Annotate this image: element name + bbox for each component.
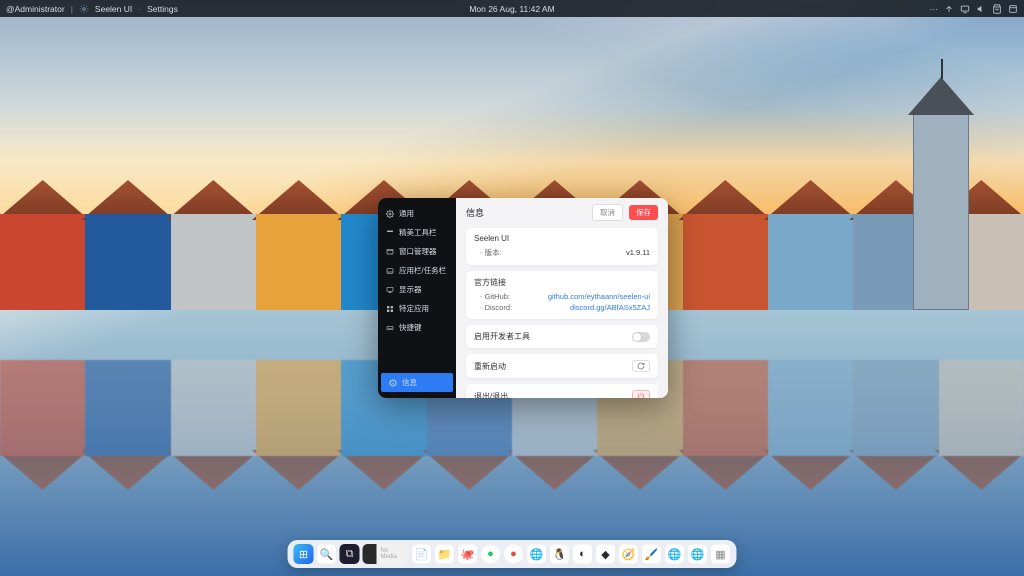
dock-item-app-globe-blue[interactable]: 🌐 — [665, 544, 685, 564]
sidebar-item-label: 精美工具栏 — [399, 227, 437, 238]
sidebar-item-monitor[interactable]: 显示器 — [378, 280, 456, 299]
topbar-user[interactable]: @Administrator — [6, 4, 65, 14]
sidebar-item-label: 窗口管理器 — [399, 246, 437, 257]
version-label: 版本: — [480, 247, 626, 258]
quit-label: 退出/退出 — [474, 391, 632, 399]
sidebar-item-keyboard[interactable]: 快捷键 — [378, 318, 456, 337]
dock-item-app-misc[interactable]: ▦ — [711, 544, 731, 564]
card-title-app: Seelen UI — [474, 234, 650, 243]
dock-item-app-brush[interactable]: 🖌️ — [642, 544, 662, 564]
sidebar-item-dock[interactable]: 应用栏/任务栏 — [378, 261, 456, 280]
shopping-bag-icon[interactable] — [992, 4, 1002, 14]
keyboard-icon — [386, 324, 394, 332]
card-links: 官方链接 GitHub: github.com/eythaann/seelen-… — [466, 271, 658, 319]
restart-label: 重新启动 — [474, 361, 632, 372]
card-app-version: Seelen UI 版本: v1.9.11 — [466, 228, 658, 265]
dock-media-widget[interactable]: No Media — [363, 544, 409, 564]
topbar-window-title[interactable]: Settings — [147, 4, 178, 14]
top-bar: @Administrator | Seelen UI · Settings Mo… — [0, 0, 1024, 17]
dock-item-app-github[interactable]: 🐙 — [458, 544, 478, 564]
restart-button[interactable] — [632, 360, 650, 372]
sidebar-item-label: 快捷键 — [399, 322, 422, 333]
upload-icon[interactable] — [944, 4, 954, 14]
topbar-separator: | — [71, 4, 73, 14]
settings-window: 通用精美工具栏窗口管理器应用栏/任务栏显示器特定应用快捷键 信息 信息 取消 保… — [378, 198, 668, 398]
cast-icon[interactable] — [960, 4, 970, 14]
dock-item-app-penguin[interactable]: 🐧 — [550, 544, 570, 564]
dock: ⊞🔍⧉No Media📄📁🐙●●🌐🐧◐◆🧭🖌️🌐🌐▦ — [288, 540, 737, 568]
settings-sidebar: 通用精美工具栏窗口管理器应用栏/任务栏显示器特定应用快捷键 信息 — [378, 198, 456, 398]
dock-item-app-1[interactable]: 📄 — [412, 544, 432, 564]
page-title: 信息 — [466, 206, 586, 219]
dock-icon — [386, 267, 394, 275]
sidebar-item-label: 通用 — [399, 208, 414, 219]
wallpaper-tower — [913, 110, 969, 310]
dev-tools-toggle[interactable] — [632, 332, 650, 342]
dock-item-app-chat-green[interactable]: ● — [481, 544, 501, 564]
power-icon — [637, 392, 645, 398]
card-restart: 重新启动 — [466, 354, 658, 378]
sidebar-item-info[interactable]: 信息 — [381, 373, 453, 392]
apps-icon — [386, 305, 394, 313]
dock-item-app-files[interactable]: 📁 — [435, 544, 455, 564]
sidebar-item-apps[interactable]: 特定应用 — [378, 299, 456, 318]
dock-item-app-epic[interactable]: ◆ — [596, 544, 616, 564]
notification-center-icon[interactable] — [1008, 4, 1018, 14]
github-label: GitHub: — [480, 292, 548, 301]
sidebar-item-toolbar[interactable]: 精美工具栏 — [378, 223, 456, 242]
reload-icon — [637, 362, 645, 370]
topbar-app-title[interactable]: Seelen UI — [95, 4, 132, 14]
save-button[interactable]: 保存 — [629, 205, 658, 220]
monitor-icon — [386, 286, 394, 294]
version-value: v1.9.11 — [626, 248, 650, 257]
links-card-title: 官方链接 — [474, 277, 650, 288]
card-dev-tools: 启用开发者工具 — [466, 325, 658, 348]
dock-item-search[interactable]: 🔍 — [317, 544, 337, 564]
sidebar-item-label: 显示器 — [399, 284, 422, 295]
toolbar-icon — [386, 229, 394, 237]
settings-content: 信息 取消 保存 Seelen UI 版本: v1.9.11 官方链接 GitH… — [456, 198, 668, 398]
settings-app-icon — [79, 4, 89, 14]
sidebar-item-label: 信息 — [402, 377, 417, 388]
sidebar-item-gear[interactable]: 通用 — [378, 204, 456, 223]
cancel-button[interactable]: 取消 — [592, 204, 623, 221]
dock-item-start-menu[interactable]: ⊞ — [294, 544, 314, 564]
card-quit: 退出/退出 — [466, 384, 658, 398]
volume-icon[interactable] — [976, 4, 986, 14]
dock-item-app-chrome-2[interactable]: 🌐 — [527, 544, 547, 564]
quit-button[interactable] — [632, 390, 650, 398]
discord-label: Discord: — [480, 303, 570, 312]
github-link[interactable]: github.com/eythaann/seelen-ui — [548, 292, 650, 301]
dev-tools-label: 启用开发者工具 — [474, 331, 632, 342]
sidebar-item-window[interactable]: 窗口管理器 — [378, 242, 456, 261]
dock-item-app-media-red[interactable]: ● — [504, 544, 524, 564]
dock-item-task-view[interactable]: ⧉ — [340, 544, 360, 564]
gear-icon — [386, 210, 394, 218]
dock-item-app-compass[interactable]: 🧭 — [619, 544, 639, 564]
topbar-clock[interactable]: Mon 26 Aug, 11:42 AM — [469, 4, 554, 14]
topbar-subtitle-sep: · — [138, 4, 141, 14]
tray-more[interactable]: ··· — [930, 4, 939, 14]
window-icon — [386, 248, 394, 256]
dock-item-app-chrome[interactable]: 🌐 — [688, 544, 708, 564]
sidebar-item-label: 应用栏/任务栏 — [399, 265, 446, 276]
discord-link[interactable]: discord.gg/ABfASx5ZAJ — [570, 303, 650, 312]
media-title: No Media — [381, 548, 405, 560]
info-icon — [389, 379, 397, 387]
dock-item-app-steam[interactable]: ◐ — [573, 544, 593, 564]
sidebar-item-label: 特定应用 — [399, 303, 429, 314]
